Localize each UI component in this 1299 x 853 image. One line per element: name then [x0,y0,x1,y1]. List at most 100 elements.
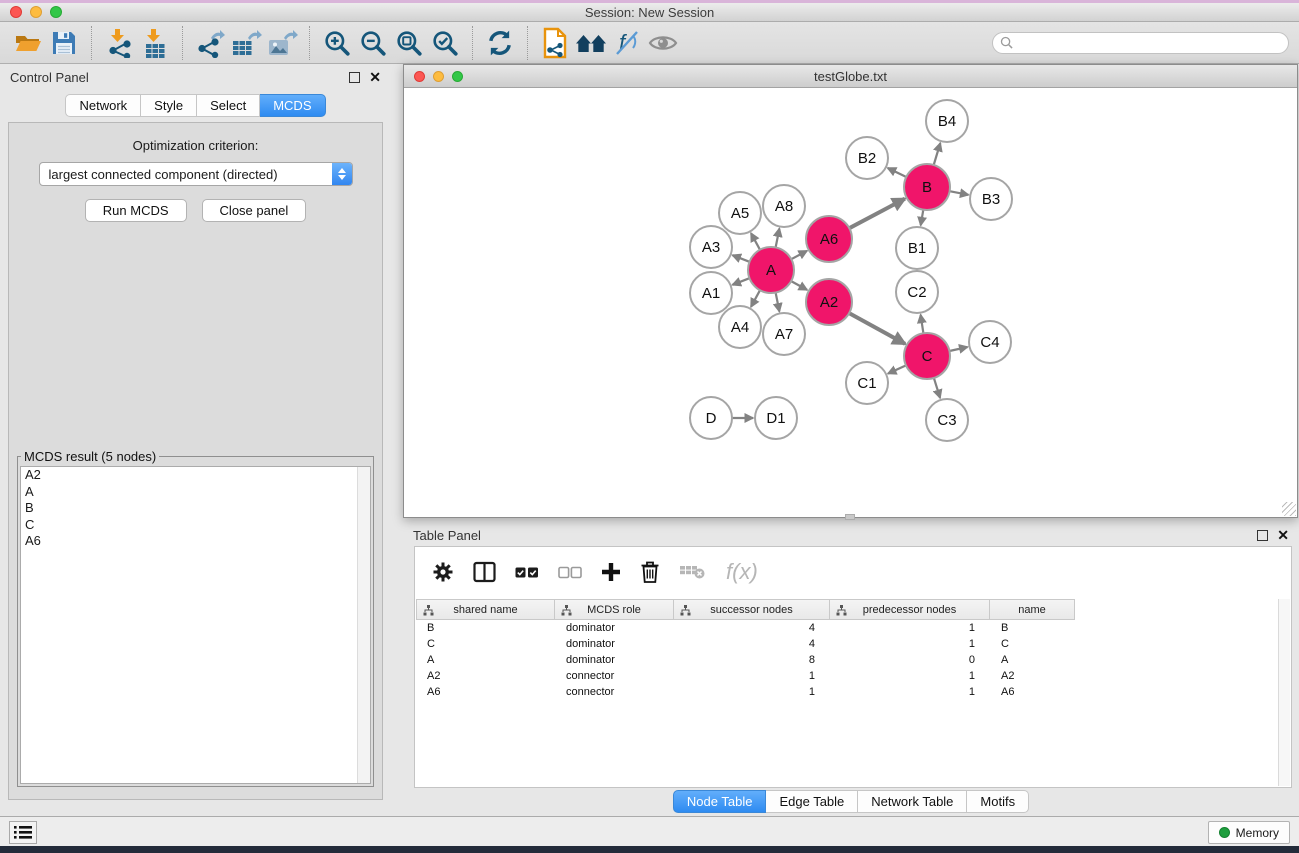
result-item[interactable]: A6 [21,533,370,550]
column-header-predecessor-nodes[interactable]: predecessor nodes [830,599,990,620]
node-A6[interactable]: A6 [806,216,852,262]
node-C4[interactable]: C4 [969,321,1011,363]
node-A[interactable]: A [748,247,794,293]
save-session-button[interactable] [46,25,82,61]
minimize-window-button[interactable] [30,6,42,18]
edge-A-A4[interactable] [751,290,760,307]
export-network-button[interactable] [192,25,228,61]
result-item[interactable]: A [21,484,370,501]
edge-B-B2[interactable] [888,168,907,177]
result-item[interactable]: A2 [21,467,370,484]
zoom-selected-button[interactable] [427,25,463,61]
node-A7[interactable]: A7 [763,313,805,355]
search-input[interactable] [1017,34,1288,52]
split-divider-handle[interactable] [845,514,855,520]
edge-A6-B[interactable] [849,199,905,229]
node-A3[interactable]: A3 [690,226,732,268]
edge-B-B4[interactable] [934,143,941,165]
column-header-shared-name[interactable]: shared name [416,599,555,620]
table-scrollbar[interactable] [1278,599,1290,786]
tab-node-table[interactable]: Node Table [673,790,767,813]
result-item[interactable]: B [21,500,370,517]
table-row[interactable]: A2connector11A2 [416,668,1075,684]
edge-A-A7[interactable] [776,293,780,312]
criterion-dropdown[interactable]: largest connected component (directed) [39,162,353,186]
column-header-mcds-role[interactable]: MCDS role [555,599,674,620]
eye-button[interactable] [645,25,681,61]
add-row-button[interactable] [601,562,621,582]
edge-C-C3[interactable] [934,378,940,398]
close-panel-icon[interactable]: ✕ [369,72,381,83]
column-header-successor-nodes[interactable]: successor nodes [674,599,830,620]
zoom-network-button[interactable] [452,71,463,82]
network-document-button[interactable] [537,25,573,61]
node-B[interactable]: B [904,164,950,210]
close-window-button[interactable] [10,6,22,18]
search-field[interactable] [992,32,1289,54]
result-scrollbar[interactable] [357,467,370,783]
node-B4[interactable]: B4 [926,100,968,142]
node-D1[interactable]: D1 [755,397,797,439]
unselect-all-columns-button[interactable] [558,566,582,579]
node-C3[interactable]: C3 [926,399,968,441]
edge-B-B1[interactable] [921,210,924,226]
edge-A-A3[interactable] [733,255,750,262]
table-settings-button[interactable] [432,561,454,583]
table-row[interactable]: Cdominator41C [416,636,1075,652]
tab-mcds[interactable]: MCDS [260,94,325,117]
show-columns-button[interactable] [473,561,496,583]
edge-C-C1[interactable] [888,365,906,373]
delete-row-button[interactable] [640,560,660,584]
float-panel-icon[interactable] [349,72,360,83]
houses-button[interactable] [573,25,609,61]
tab-motifs[interactable]: Motifs [967,790,1029,813]
hide-function-button[interactable]: f [609,25,645,61]
tab-select[interactable]: Select [197,94,260,117]
task-history-button[interactable] [9,821,37,844]
float-table-panel-icon[interactable] [1257,530,1268,541]
run-mcds-button[interactable]: Run MCDS [85,199,187,222]
edge-A-A1[interactable] [733,278,750,285]
node-D[interactable]: D [690,397,732,439]
select-all-columns-button[interactable] [515,566,539,579]
memory-button[interactable]: Memory [1208,821,1290,844]
tab-edge-table[interactable]: Edge Table [766,790,858,813]
import-network-button[interactable] [101,25,137,61]
node-B3[interactable]: B3 [970,178,1012,220]
table-row[interactable]: A6connector11A6 [416,684,1075,700]
table-row[interactable]: Adominator80A [416,652,1075,668]
edge-A-A8[interactable] [776,229,780,248]
edge-A-A2[interactable] [791,281,807,290]
network-canvas[interactable]: B4B2BB3A5A8A6A3B1AA1C2A2A4A7C4CC1DD1C3 [404,88,1297,517]
node-A2[interactable]: A2 [806,279,852,325]
export-image-button[interactable] [264,25,300,61]
node-C[interactable]: C [904,333,950,379]
node-A8[interactable]: A8 [763,185,805,227]
edge-A-A5[interactable] [751,233,760,250]
table-row[interactable]: Bdominator41B [416,620,1075,636]
close-table-panel-icon[interactable]: ✕ [1277,530,1289,541]
edge-A2-C[interactable] [849,313,905,344]
close-network-button[interactable] [414,71,425,82]
column-header-name[interactable]: name [990,599,1075,620]
tab-network-table[interactable]: Network Table [858,790,967,813]
node-A4[interactable]: A4 [719,306,761,348]
close-panel-button[interactable]: Close panel [202,199,307,222]
node-B2[interactable]: B2 [846,137,888,179]
zoom-fit-button[interactable] [391,25,427,61]
node-C1[interactable]: C1 [846,362,888,404]
open-session-button[interactable] [10,25,46,61]
node-B1[interactable]: B1 [896,227,938,269]
tab-network[interactable]: Network [65,94,141,117]
node-C2[interactable]: C2 [896,271,938,313]
minimize-network-button[interactable] [433,71,444,82]
result-item[interactable]: C [21,517,370,534]
zoom-window-button[interactable] [50,6,62,18]
tab-style[interactable]: Style [141,94,197,117]
window-resize-grip[interactable] [1282,502,1296,516]
edge-A-A6[interactable] [791,251,807,259]
edge-C-C4[interactable] [950,347,968,351]
edge-C-C2[interactable] [921,315,924,334]
zoom-out-button[interactable] [355,25,391,61]
node-A1[interactable]: A1 [690,272,732,314]
